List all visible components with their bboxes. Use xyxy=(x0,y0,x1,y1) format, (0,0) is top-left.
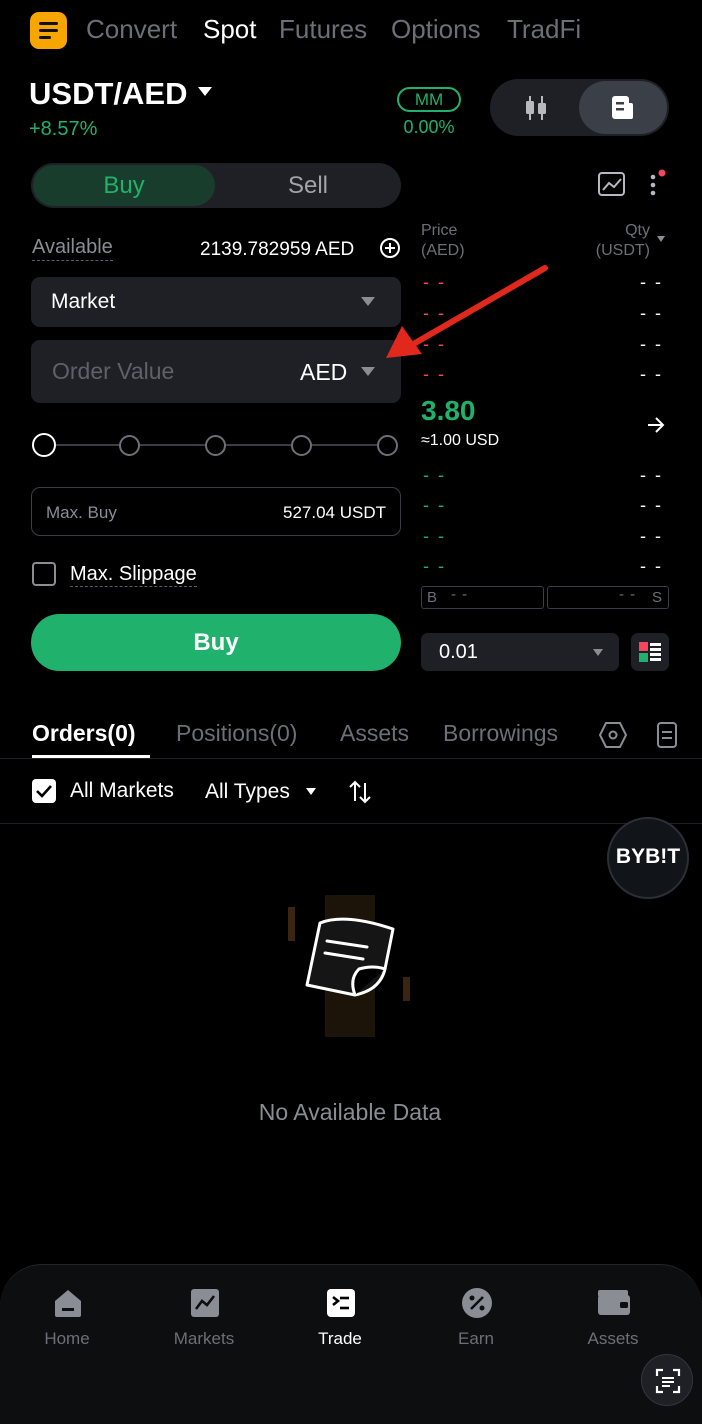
bid-qty: - - xyxy=(640,526,663,546)
slider-mark-75[interactable] xyxy=(291,435,312,456)
ask-qty: - - xyxy=(640,303,663,323)
arrow-right-icon[interactable] xyxy=(645,414,667,436)
bid-qty: - - xyxy=(640,495,663,515)
max-buy-label: Max. Buy xyxy=(46,503,117,522)
annotation-arrow-icon xyxy=(386,265,548,358)
bybit-logo: BYB!T xyxy=(615,845,681,868)
tab-positions[interactable]: Positions(0) xyxy=(176,720,297,747)
pair-selector[interactable]: USDT/AED xyxy=(29,76,187,112)
buy-ratio-letter: B xyxy=(427,589,438,606)
ask-qty: - - xyxy=(640,364,663,384)
more-icon[interactable] xyxy=(645,167,669,199)
add-funds-icon[interactable] xyxy=(380,238,400,258)
markets-icon xyxy=(191,1289,219,1317)
ask-qty: - - xyxy=(640,334,663,354)
divider xyxy=(0,758,702,759)
orderbook-icon[interactable] xyxy=(608,93,638,123)
available-value: 2139.782959 AED xyxy=(200,239,355,260)
tab-options[interactable]: Options xyxy=(391,14,481,45)
qty-caret-icon[interactable] xyxy=(657,236,665,242)
bid-qty: - - xyxy=(640,465,663,485)
book-layout-button[interactable] xyxy=(631,633,669,671)
menu-icon[interactable] xyxy=(30,12,67,49)
book-layout-icon xyxy=(639,642,661,662)
max-buy-value: 527.04 USDT xyxy=(283,503,386,522)
scan-icon xyxy=(655,1368,681,1394)
usd-equivalent: ≈1.00 USD xyxy=(421,432,500,449)
all-markets-label[interactable]: All Markets xyxy=(70,779,174,803)
ask-price[interactable]: - - xyxy=(423,303,446,324)
slippage-checkbox[interactable] xyxy=(32,562,56,586)
mm-value: 0.00% xyxy=(403,117,455,137)
history-document-icon[interactable] xyxy=(656,721,678,749)
sell-ratio-letter: S xyxy=(652,589,663,606)
sell-ratio-bar xyxy=(547,586,669,609)
sort-icon[interactable] xyxy=(348,779,372,805)
order-type-select[interactable]: Market xyxy=(31,277,401,327)
caret-down-icon[interactable] xyxy=(198,87,212,96)
slippage-label[interactable]: Max. Slippage xyxy=(70,563,197,587)
all-types-select[interactable]: All Types xyxy=(205,780,290,804)
buy-tab[interactable]: Buy xyxy=(33,165,215,206)
sell-ratio-value: - - xyxy=(619,586,637,603)
tab-borrowings[interactable]: Borrowings xyxy=(443,720,558,747)
max-buy-box: Max. Buy 527.04 USDT xyxy=(31,487,401,536)
mm-badge[interactable]: MM xyxy=(397,87,461,112)
divider xyxy=(0,823,702,824)
all-markets-checkbox[interactable] xyxy=(32,779,56,803)
last-price[interactable]: 3.80 xyxy=(421,395,476,427)
slider-mark-25[interactable] xyxy=(119,435,140,456)
buy-button[interactable]: Buy xyxy=(31,614,401,671)
slider-mark-100[interactable] xyxy=(377,435,398,456)
order-value-input[interactable]: Order Value AED xyxy=(31,340,401,403)
empty-document-icon xyxy=(288,895,410,1037)
chevron-down-icon[interactable] xyxy=(361,367,375,376)
bid-qty: - - xyxy=(640,556,663,576)
earn-icon xyxy=(462,1288,492,1318)
home-icon xyxy=(55,1290,81,1317)
available-label[interactable]: Available xyxy=(32,236,113,261)
bid-price[interactable]: - - xyxy=(423,556,446,577)
price-header: Price (AED) xyxy=(421,222,465,259)
slider-mark-50[interactable] xyxy=(205,435,226,456)
order-type-value: Market xyxy=(51,290,116,313)
price-change: +8.57% xyxy=(29,118,98,140)
view-toggle[interactable] xyxy=(490,79,669,136)
scan-button[interactable] xyxy=(641,1354,693,1406)
buy-ratio-value: - - xyxy=(451,586,469,603)
currency-select[interactable]: AED xyxy=(300,359,347,386)
slider-handle[interactable] xyxy=(32,433,56,457)
bid-price[interactable]: - - xyxy=(423,465,446,486)
wallet-icon xyxy=(598,1290,630,1315)
buy-ratio-bar xyxy=(421,586,544,609)
ask-price[interactable]: - - xyxy=(423,334,446,355)
empty-state-text: No Available Data xyxy=(258,1099,442,1125)
ask-qty: - - xyxy=(640,272,663,292)
qty-header[interactable]: Qty (USDT) xyxy=(590,221,650,261)
tab-futures[interactable]: Futures xyxy=(279,14,367,45)
precision-value: 0.01 xyxy=(439,641,478,663)
chevron-down-icon xyxy=(593,649,603,656)
tab-convert[interactable]: Convert xyxy=(86,14,177,45)
bid-price[interactable]: - - xyxy=(423,495,446,516)
checkmark-icon xyxy=(36,785,52,798)
chevron-down-icon xyxy=(361,297,375,306)
sell-tab[interactable]: Sell xyxy=(216,165,400,206)
chart-icon[interactable] xyxy=(597,171,627,199)
ask-price[interactable]: - - xyxy=(423,364,446,385)
trade-icon xyxy=(327,1289,355,1317)
candlestick-icon[interactable] xyxy=(520,92,552,124)
tab-assets[interactable]: Assets xyxy=(340,720,409,747)
order-value-placeholder: Order Value xyxy=(52,358,175,384)
chevron-down-icon[interactable] xyxy=(306,788,316,795)
bid-price[interactable]: - - xyxy=(423,526,446,547)
bybit-float-button[interactable]: BYB!T xyxy=(607,817,689,899)
settings-hexagon-icon[interactable] xyxy=(598,721,628,749)
tab-orders[interactable]: Orders(0) xyxy=(32,720,136,747)
ask-price[interactable]: - - xyxy=(423,272,446,293)
tab-spot[interactable]: Spot xyxy=(203,14,257,45)
precision-select[interactable]: 0.01 xyxy=(421,633,619,671)
tab-tradfi[interactable]: TradFi xyxy=(507,14,581,45)
